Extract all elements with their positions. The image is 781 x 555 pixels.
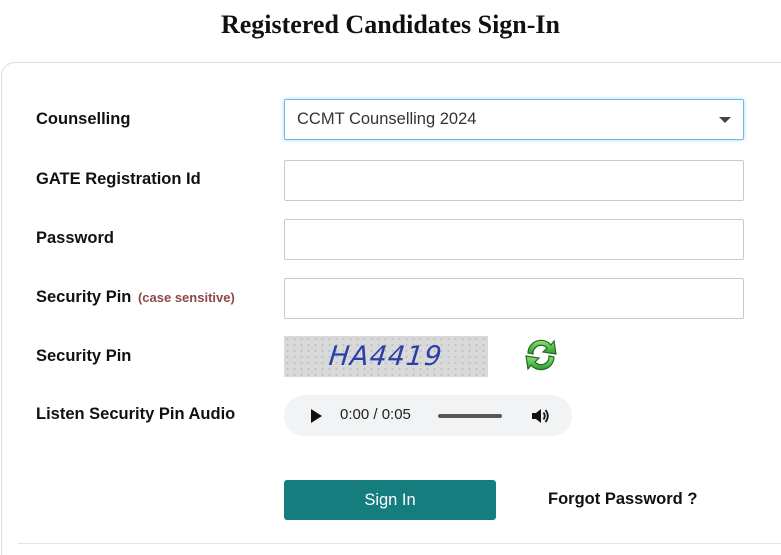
audio-time: 0:00 / 0:05 — [340, 406, 411, 423]
captcha-text: HA4419 — [327, 341, 445, 372]
counselling-select[interactable]: CCMT Counselling 2024 — [284, 99, 744, 140]
audio-progress-slider[interactable] — [438, 414, 502, 418]
password-label: Password — [36, 229, 114, 247]
forgot-password-link[interactable]: Forgot Password ? — [548, 490, 697, 509]
counselling-label: Counselling — [36, 110, 131, 128]
password-input[interactable] — [284, 219, 744, 260]
registration-id-input[interactable] — [284, 160, 744, 201]
divider — [18, 543, 781, 544]
sign-in-button[interactable]: Sign In — [284, 480, 496, 520]
audio-label: Listen Security Pin Audio — [36, 405, 236, 423]
case-sensitive-note: (case sensitive) — [137, 290, 235, 305]
security-pin-image-label: Security Pin — [36, 347, 132, 365]
security-pin-label-text: Security Pin — [36, 288, 132, 306]
security-pin-input-label: Security Pin (case sensitive) — [36, 288, 235, 307]
refresh-captcha-icon[interactable] — [521, 336, 561, 374]
security-pin-input[interactable] — [284, 278, 744, 319]
page-title: Registered Candidates Sign-In — [220, 10, 560, 39]
play-icon[interactable] — [311, 409, 322, 423]
audio-player: 0:00 / 0:05 — [284, 395, 572, 436]
chevron-down-icon — [719, 117, 731, 123]
counselling-selected-value: CCMT Counselling 2024 — [297, 110, 477, 128]
volume-icon[interactable] — [530, 406, 550, 426]
registration-id-label: GATE Registration Id — [36, 170, 201, 188]
captcha-image: HA4419 — [284, 336, 488, 377]
